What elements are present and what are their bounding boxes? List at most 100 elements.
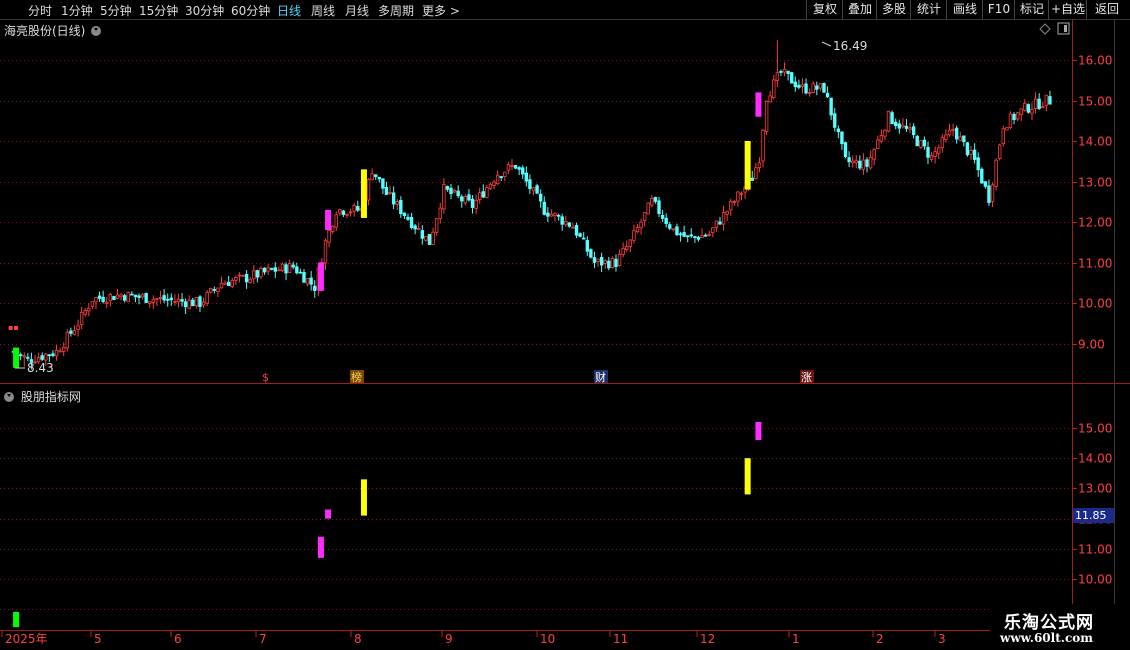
price-tick-label: 15.00 (1078, 95, 1112, 109)
candle-body (625, 246, 629, 251)
candle-body (115, 294, 120, 299)
candle-body (485, 187, 489, 198)
candle-body (786, 70, 790, 74)
candle-body (434, 218, 439, 233)
candle-body (302, 271, 306, 283)
candle-body (470, 198, 475, 208)
candle-body (944, 134, 948, 141)
candle-body (330, 225, 335, 232)
candle-body (266, 267, 270, 272)
candle-body (531, 187, 536, 192)
candle-body (574, 225, 579, 236)
candle-body (205, 292, 209, 304)
candle-body (571, 226, 575, 229)
candle-body (775, 72, 780, 81)
candle-body (212, 289, 217, 291)
candle-body (40, 355, 44, 360)
candle-body (739, 192, 744, 195)
indicator-tick-label: 15.00 (1078, 422, 1112, 436)
candle-body (370, 173, 374, 181)
candle-body (969, 149, 973, 155)
candle-body (187, 299, 191, 309)
candle-body (395, 201, 399, 205)
candle-body (686, 235, 690, 238)
candle-body (736, 191, 740, 202)
candle-body (399, 200, 403, 214)
candle-body (915, 135, 919, 147)
candle-body (162, 295, 166, 301)
candle-body (908, 127, 912, 130)
candle-body (589, 249, 593, 258)
candle-body (155, 298, 159, 301)
price-tick-label: 11.00 (1078, 257, 1112, 271)
candle-body (506, 164, 511, 171)
candle-body (431, 231, 435, 245)
candle-body (524, 172, 529, 182)
candle-body (209, 288, 213, 293)
candle-body (341, 210, 346, 215)
price-tick-label: 10.00 (1078, 297, 1112, 311)
candle-body (850, 160, 855, 164)
candle-body (284, 264, 288, 274)
candle-body (151, 298, 156, 303)
candle-body (879, 135, 884, 142)
candle-body (1044, 94, 1049, 106)
candle-body (26, 356, 30, 359)
candle-body (173, 300, 177, 303)
candle-body (44, 353, 48, 361)
candle-body (650, 198, 654, 206)
candle-body (926, 146, 930, 158)
candle-body (417, 228, 421, 230)
candle-body (958, 136, 962, 141)
signal-bar-main (744, 141, 751, 190)
candle-body (642, 212, 647, 221)
candle-body (951, 128, 955, 131)
candle-body (513, 165, 518, 169)
candle-body (911, 126, 916, 136)
candle-body (1001, 128, 1005, 144)
candle-body (628, 239, 633, 247)
price-tick-label: 9.00 (1078, 338, 1105, 352)
candle-body (101, 296, 105, 303)
candle-body (607, 260, 611, 269)
candle-body (528, 179, 532, 190)
candle-body (176, 298, 181, 303)
kline-chart[interactable]: 16.00 15.00 14.00 13.00 12.00 11.00 10.00 9.00 1… (0, 0, 1130, 650)
candle-body (937, 147, 941, 154)
toggle-view-icon[interactable] (1039, 22, 1070, 35)
month-label: 7 (259, 632, 267, 646)
event-marker-finance: 财 (595, 370, 606, 384)
candle-body (241, 274, 245, 277)
candle-body (919, 140, 923, 148)
candle-body (897, 123, 901, 129)
candle-body (270, 267, 274, 270)
candle-body (865, 159, 869, 167)
candle-body (488, 183, 493, 190)
candle-body (750, 177, 754, 181)
candle-body (922, 139, 927, 147)
candle-body (833, 113, 837, 128)
candle-body (356, 206, 360, 211)
candle-body (693, 236, 697, 239)
candle-body (535, 185, 539, 194)
candle-body (295, 266, 299, 274)
candle-body (180, 299, 184, 302)
candle-body (610, 257, 615, 269)
candle-body (761, 129, 765, 162)
candle-body (1033, 98, 1038, 109)
candle-body (76, 325, 80, 330)
candle-body (452, 189, 457, 193)
candle-body (406, 216, 410, 220)
candle-body (137, 295, 141, 298)
candle-body (345, 213, 349, 216)
candle-body (854, 160, 858, 164)
candle-body (617, 253, 622, 267)
price-tick-label: 12.00 (1078, 216, 1112, 230)
candle-body (72, 330, 77, 335)
candle-body (467, 194, 471, 201)
candle-body (933, 151, 937, 157)
month-label: 1 (792, 632, 800, 646)
candle-body (829, 97, 833, 116)
candle-body (729, 201, 733, 211)
candle-body (334, 214, 338, 228)
